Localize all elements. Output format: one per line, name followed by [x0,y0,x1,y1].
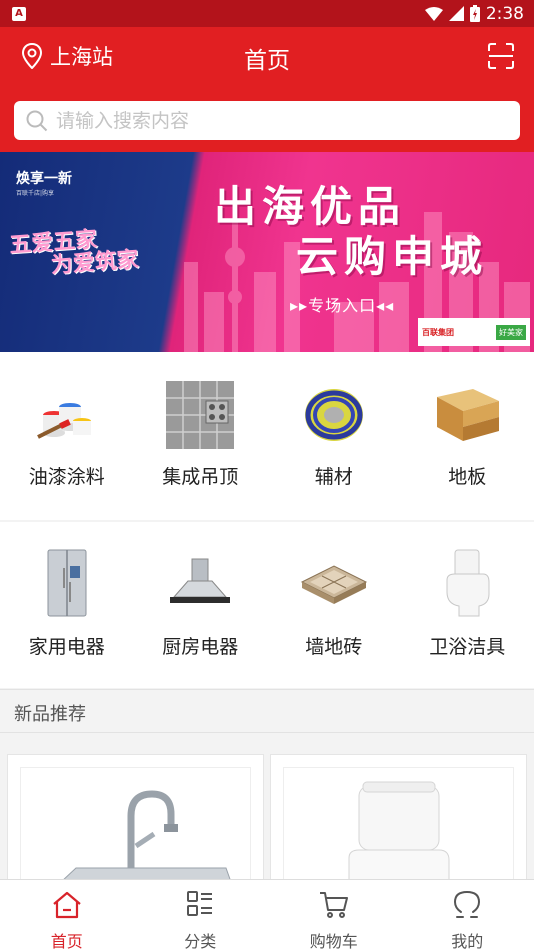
status-bar: A 2:38 [0,0,534,27]
tab-label: 我的 [451,932,484,950]
category-label: 家用电器 [28,636,105,658]
category-label: 辅材 [314,466,353,488]
battery-icon [469,5,480,22]
search-icon [26,110,48,131]
toilet-icon [432,548,502,618]
category-label: 地板 [448,466,487,488]
banner-headline: 出海优品 云购申城 [214,182,489,282]
refrigerator-icon [32,548,102,618]
range-hood-icon [165,548,235,618]
app-header: 上海站 首页 [0,27,534,152]
search-input[interactable] [56,109,520,132]
category-label: 墙地砖 [305,636,363,658]
app-notification-icon: A [12,6,26,21]
status-time: 2:38 [485,3,524,24]
ceiling-panel-icon [165,380,235,450]
profile-icon [454,890,481,918]
banner-entry-link[interactable]: ▸▸专场入口◂◂ [290,292,394,316]
banner-brand-mark: 焕享一新 百联千店|购享 [16,171,72,197]
signal-icon [448,6,464,21]
category-paint[interactable]: 油漆涂料 [0,352,134,520]
tab-label: 购物车 [309,932,358,950]
category-icon [187,891,213,916]
scan-button[interactable] [488,43,514,73]
category-label: 厨房电器 [162,636,239,658]
banner-slogan: 五爱五家 为爱筑家 [8,227,140,279]
category-ceiling[interactable]: 集成吊顶 [134,352,268,520]
category-label: 油漆涂料 [28,466,105,488]
section-title: 新品推荐 [14,704,86,725]
category-label: 集成吊顶 [162,466,239,488]
promo-banner[interactable]: 焕享一新 百联千店|购享 五爱五家 为爱筑家 出海优品 云购申城 ▸▸专场入口◂… [0,152,534,352]
tab-cart[interactable]: 购物车 [267,880,401,950]
home-icon [53,891,81,919]
new-products-section-header: 新品推荐 [0,689,534,733]
cart-icon [319,892,348,918]
tab-profile[interactable]: 我的 [401,880,534,950]
wifi-icon [424,6,443,21]
wire-coil-icon [299,380,369,450]
category-grid-row-2: 家用电器 厨房电器 墙地砖 卫浴洁具 [0,522,534,688]
search-bar[interactable] [14,101,520,140]
product-card[interactable] [7,754,264,894]
category-sanitary[interactable]: 卫浴洁具 [401,522,534,688]
category-tiles[interactable]: 墙地砖 [267,522,401,688]
category-kitchen-appliances[interactable]: 厨房电器 [134,522,268,688]
product-image-toilet [283,767,514,893]
tab-label: 首页 [50,932,83,950]
tab-category[interactable]: 分类 [134,880,268,950]
product-image-faucet-sink [20,767,251,893]
paint-cans-icon [32,380,102,450]
category-accessories[interactable]: 辅材 [267,352,401,520]
wood-floor-icon [432,380,502,450]
category-grid-row-1: 油漆涂料 集成吊顶 辅材 地板 [0,352,534,520]
category-label: 卫浴洁具 [429,636,506,658]
bottom-tab-bar: 首页 分类 购物车 我的 [0,879,534,950]
product-list [0,733,534,894]
category-home-appliances[interactable]: 家用电器 [0,522,134,688]
banner-brand-logos: 百联集团 好美家 [418,318,530,346]
tile-icon [299,548,369,618]
product-card[interactable] [270,754,527,894]
page-title: 首页 [244,48,290,74]
category-flooring[interactable]: 地板 [401,352,534,520]
scan-icon [488,43,514,69]
tab-home[interactable]: 首页 [0,880,134,950]
tab-label: 分类 [184,932,217,950]
